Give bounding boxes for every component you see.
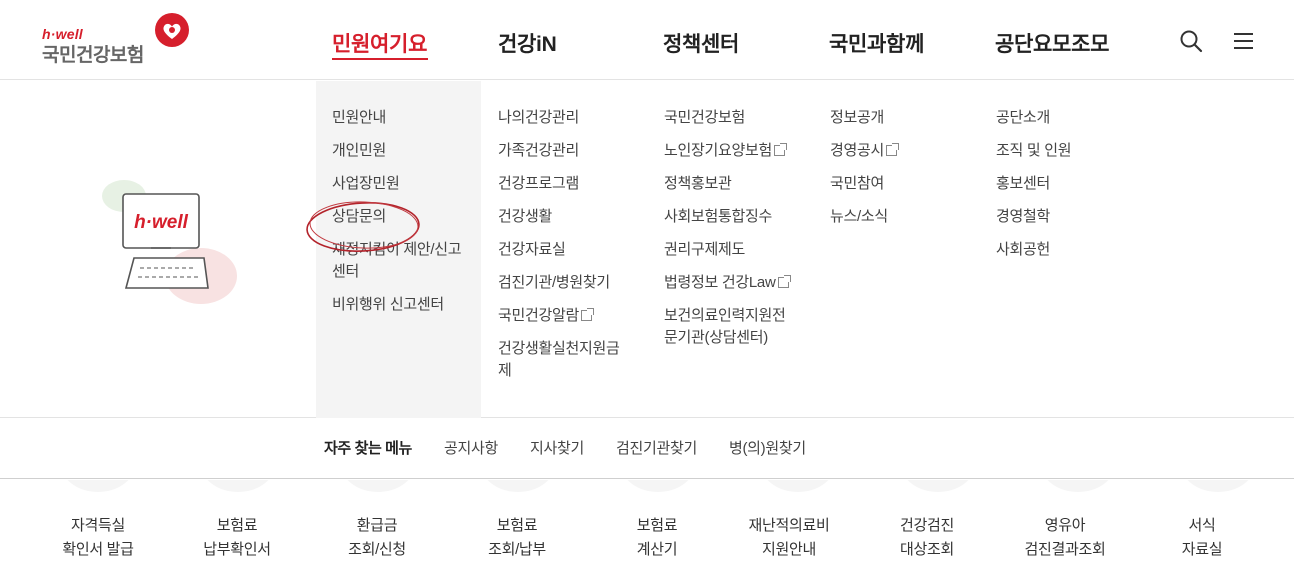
menu-item-health-alarm[interactable]: 국민건강알람 bbox=[498, 305, 648, 327]
external-link-icon bbox=[581, 308, 595, 321]
nav-complaint-here[interactable]: 민원여기요 bbox=[332, 28, 427, 58]
laptop-illustration: h·well bbox=[102, 180, 237, 304]
menu-item-misconduct-report[interactable]: 비위행위 신고센터 bbox=[332, 294, 482, 316]
menu-item-complaint-guide[interactable]: 민원안내 bbox=[332, 107, 482, 129]
nav-with-citizens[interactable]: 국민과함께 bbox=[829, 28, 924, 58]
site-header: h·well 국민건강보험 민원여기요 건강iN 정책센터 국민과함께 공단요모… bbox=[0, 0, 1294, 80]
menu-item-ltc-insurance-label: 노인장기요양보험 bbox=[664, 142, 773, 159]
service-line2: 계산기 bbox=[636, 541, 678, 558]
service-premium-calculator[interactable]: 보험료 계산기 bbox=[592, 514, 722, 562]
service-premium-payment[interactable]: 보험료 조회/납부 bbox=[452, 514, 582, 562]
service-forms-archive[interactable]: 서식 자료실 bbox=[1137, 514, 1267, 562]
menu-item-health-archive[interactable]: 건강자료실 bbox=[498, 239, 648, 261]
logo-name: 국민건강보험 bbox=[42, 45, 144, 66]
menu-item-find-hospital[interactable]: 검진기관/병원찾기 bbox=[498, 272, 648, 294]
service-line1: 영유아 bbox=[1044, 517, 1086, 534]
quick-menu-title: 자주 찾는 메뉴 bbox=[324, 440, 412, 457]
menu-item-nhi[interactable]: 국민건강보험 bbox=[664, 107, 814, 129]
service-icon-placeholder bbox=[1040, 480, 1116, 492]
menu-item-personal-complaint[interactable]: 개인민원 bbox=[332, 140, 482, 162]
quick-menu-bar: 자주 찾는 메뉴 공지사항 지사찾기 검진기관찾기 병(의)원찾기 bbox=[0, 419, 1294, 479]
service-catastrophic-medical-support[interactable]: 재난적의료비 지원안내 bbox=[724, 514, 854, 562]
menu-item-health-subsidy[interactable]: 건강생활실천지원금제 bbox=[498, 338, 624, 382]
menu-item-policy-pr[interactable]: 정책홍보관 bbox=[664, 173, 814, 195]
menu-item-organization[interactable]: 조직 및 인원 bbox=[996, 140, 1146, 162]
service-line1: 자격득실 bbox=[70, 517, 125, 534]
service-eligibility-certificate[interactable]: 자격득실 확인서 발급 bbox=[33, 514, 163, 562]
menu-item-health-program[interactable]: 건강프로그램 bbox=[498, 173, 648, 195]
service-infant-checkup-results[interactable]: 영유아 검진결과조회 bbox=[1000, 514, 1130, 562]
highlight-circle-annotation bbox=[306, 201, 420, 252]
menu-item-management-disclosure-label: 경영공시 bbox=[830, 142, 885, 159]
logo-heart-icon bbox=[155, 13, 189, 47]
service-shortcuts: 자격득실 확인서 발급 보험료 납부확인서 환급금 조회/신청 보험료 조회/납… bbox=[0, 480, 1294, 582]
nav-policy-center[interactable]: 정책센터 bbox=[663, 28, 739, 58]
menu-item-medical-workforce[interactable]: 보건의료인력지원전문기관(상담센터) bbox=[664, 305, 794, 349]
external-link-icon bbox=[886, 143, 900, 156]
service-line1: 건강검진 bbox=[899, 517, 954, 534]
menu-item-my-health[interactable]: 나의건강관리 bbox=[498, 107, 648, 129]
service-icon-placeholder bbox=[620, 480, 696, 492]
nav-about-nhis[interactable]: 공단요모조모 bbox=[995, 28, 1109, 58]
service-line1: 환급금 bbox=[356, 517, 398, 534]
external-link-icon bbox=[774, 143, 788, 156]
menu-item-intro[interactable]: 공단소개 bbox=[996, 107, 1146, 129]
menu-item-management-disclosure[interactable]: 경영공시 bbox=[830, 140, 980, 162]
site-logo[interactable]: h·well 국민건강보험 bbox=[42, 12, 192, 68]
menu-column-about: 공단소개 조직 및 인원 홍보센터 경영철학 사회공헌 bbox=[996, 107, 1146, 272]
menu-item-business-complaint[interactable]: 사업장민원 bbox=[332, 173, 482, 195]
menu-item-integrated-collection[interactable]: 사회보험통합징수 bbox=[664, 206, 814, 228]
service-line2: 지원안내 bbox=[761, 541, 816, 558]
menu-item-family-health[interactable]: 가족건강관리 bbox=[498, 140, 648, 162]
service-payment-confirmation[interactable]: 보험료 납부확인서 bbox=[172, 514, 302, 562]
menu-item-health-law[interactable]: 법령정보 건강Law bbox=[664, 272, 814, 294]
service-line2: 납부확인서 bbox=[203, 541, 271, 558]
menu-column-health: 나의건강관리 가족건강관리 건강프로그램 건강생활 건강자료실 검진기관/병원찾… bbox=[498, 107, 648, 393]
menu-item-pr-center[interactable]: 홍보센터 bbox=[996, 173, 1146, 195]
service-icon-placeholder bbox=[60, 480, 136, 492]
service-line2: 확인서 발급 bbox=[62, 541, 134, 558]
quick-link-find-clinic[interactable]: 병(의)원찾기 bbox=[729, 437, 806, 458]
service-line2: 검진결과조회 bbox=[1024, 541, 1106, 558]
active-nav-underline bbox=[332, 58, 428, 60]
service-line2: 조회/납부 bbox=[488, 541, 546, 558]
quick-link-find-checkup-center[interactable]: 검진기관찾기 bbox=[616, 437, 697, 458]
illustration-screen-text: h·well bbox=[134, 212, 189, 233]
service-line2: 대상조회 bbox=[899, 541, 954, 558]
service-line1: 보험료 bbox=[216, 517, 258, 534]
menu-item-news[interactable]: 뉴스/소식 bbox=[830, 206, 980, 228]
mega-menu: h·well 민원안내 개인민원 사업장민원 상담문의 재정지킴이 제안/신고센… bbox=[0, 81, 1294, 418]
menu-item-social-contribution[interactable]: 사회공헌 bbox=[996, 239, 1146, 261]
menu-item-info-disclosure[interactable]: 정보공개 bbox=[830, 107, 980, 129]
menu-item-ltc-insurance[interactable]: 노인장기요양보험 bbox=[664, 140, 814, 162]
menu-column-policy: 국민건강보험 노인장기요양보험 정책홍보관 사회보험통합징수 권리구제제도 법령… bbox=[664, 107, 814, 360]
service-icon-placeholder bbox=[340, 480, 416, 492]
menu-item-citizen-participation[interactable]: 국민참여 bbox=[830, 173, 980, 195]
nav-health-in[interactable]: 건강iN bbox=[498, 28, 557, 58]
menu-column-citizens: 정보공개 경영공시 국민참여 뉴스/소식 bbox=[830, 107, 980, 239]
service-icon-placeholder bbox=[480, 480, 556, 492]
service-line1: 서식 bbox=[1188, 517, 1216, 534]
quick-link-find-branch[interactable]: 지사찾기 bbox=[530, 437, 584, 458]
service-icon-placeholder bbox=[760, 480, 836, 492]
menu-item-health-life[interactable]: 건강생활 bbox=[498, 206, 648, 228]
service-line2: 자료실 bbox=[1181, 541, 1223, 558]
service-line1: 보험료 bbox=[636, 517, 678, 534]
service-line1: 재난적의료비 bbox=[748, 517, 830, 534]
service-icon-placeholder bbox=[900, 480, 976, 492]
search-icon[interactable] bbox=[1178, 28, 1204, 54]
menu-item-health-law-label: 법령정보 건강Law bbox=[664, 274, 776, 291]
service-icon-placeholder bbox=[1180, 480, 1256, 492]
quick-link-notice[interactable]: 공지사항 bbox=[444, 437, 498, 458]
menu-icon[interactable] bbox=[1231, 28, 1257, 54]
service-refund[interactable]: 환급금 조회/신청 bbox=[312, 514, 442, 562]
menu-item-health-alarm-label: 국민건강알람 bbox=[498, 307, 580, 324]
menu-item-rights-relief[interactable]: 권리구제제도 bbox=[664, 239, 814, 261]
service-checkup-eligibility[interactable]: 건강검진 대상조회 bbox=[862, 514, 992, 562]
service-icon-placeholder bbox=[200, 480, 276, 492]
external-link-icon bbox=[777, 275, 791, 288]
service-line2: 조회/신청 bbox=[348, 541, 406, 558]
service-line1: 보험료 bbox=[496, 517, 538, 534]
menu-item-philosophy[interactable]: 경영철학 bbox=[996, 206, 1146, 228]
